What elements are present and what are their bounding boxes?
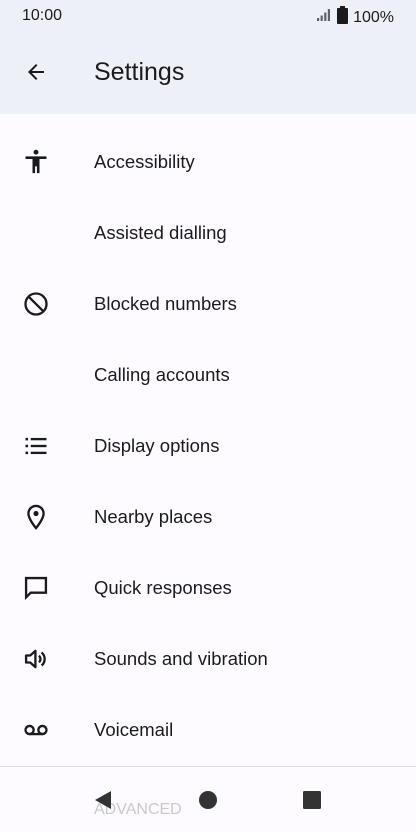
settings-item-blocked-numbers[interactable]: Blocked numbers (0, 269, 416, 340)
settings-item-label: Calling accounts (94, 364, 230, 385)
settings-item-assisted-dialling[interactable]: Assisted dialling (0, 198, 416, 269)
settings-item-label: Nearby places (94, 506, 213, 527)
settings-item-nearby-places[interactable]: Nearby places (0, 482, 416, 553)
nav-back-icon (92, 789, 114, 816)
settings-item-display-options[interactable]: Display options (0, 411, 416, 482)
arrow-back-icon (24, 60, 48, 89)
settings-item-label: Assisted dialling (94, 222, 227, 243)
status-right: 100% (316, 6, 394, 29)
app-bar: Settings (0, 34, 416, 114)
settings-item-label: Quick responses (94, 577, 232, 598)
nav-home-icon (198, 790, 218, 815)
settings-item-label: Accessibility (94, 151, 195, 172)
navigation-bar (0, 767, 416, 832)
voicemail-icon (20, 714, 52, 746)
status-time: 10:00 (22, 7, 63, 24)
settings-item-label: Voicemail (94, 719, 174, 740)
signal-icon (316, 8, 332, 27)
settings-item-sounds-and-vibration[interactable]: Sounds and vibration (0, 624, 416, 695)
settings-item-calling-accounts[interactable]: Calling accounts (0, 340, 416, 411)
battery-percent: 100% (353, 8, 394, 26)
nav-recents-button[interactable] (295, 785, 329, 819)
battery-icon (337, 6, 349, 29)
settings-item-label: Sounds and vibration (94, 648, 268, 669)
status-bar: 10:00 100% (0, 0, 416, 34)
chat-bubble-icon (20, 572, 52, 604)
settings-item-accessibility[interactable]: Accessibility (0, 127, 416, 198)
back-button[interactable] (14, 52, 58, 96)
settings-item-label: Display options (94, 435, 220, 456)
settings-item-voicemail[interactable]: Voicemail (0, 695, 416, 766)
top-area: 10:00 100% Settings (0, 0, 416, 114)
location-pin-icon (20, 501, 52, 533)
list-icon (20, 430, 52, 462)
volume-icon (20, 643, 52, 675)
accessibility-icon (20, 146, 52, 178)
nav-recents-icon (302, 790, 322, 815)
settings-item-label: Blocked numbers (94, 293, 237, 314)
settings-item-quick-responses[interactable]: Quick responses (0, 553, 416, 624)
page-title: Settings (94, 58, 185, 86)
settings-list: Accessibility Assisted dialling Blocked … (0, 127, 416, 766)
nav-back-button[interactable] (86, 785, 120, 819)
settings-screen: 10:00 100% Settings Accessibility Assist… (0, 0, 416, 832)
block-icon (20, 288, 52, 320)
nav-home-button[interactable] (191, 785, 225, 819)
